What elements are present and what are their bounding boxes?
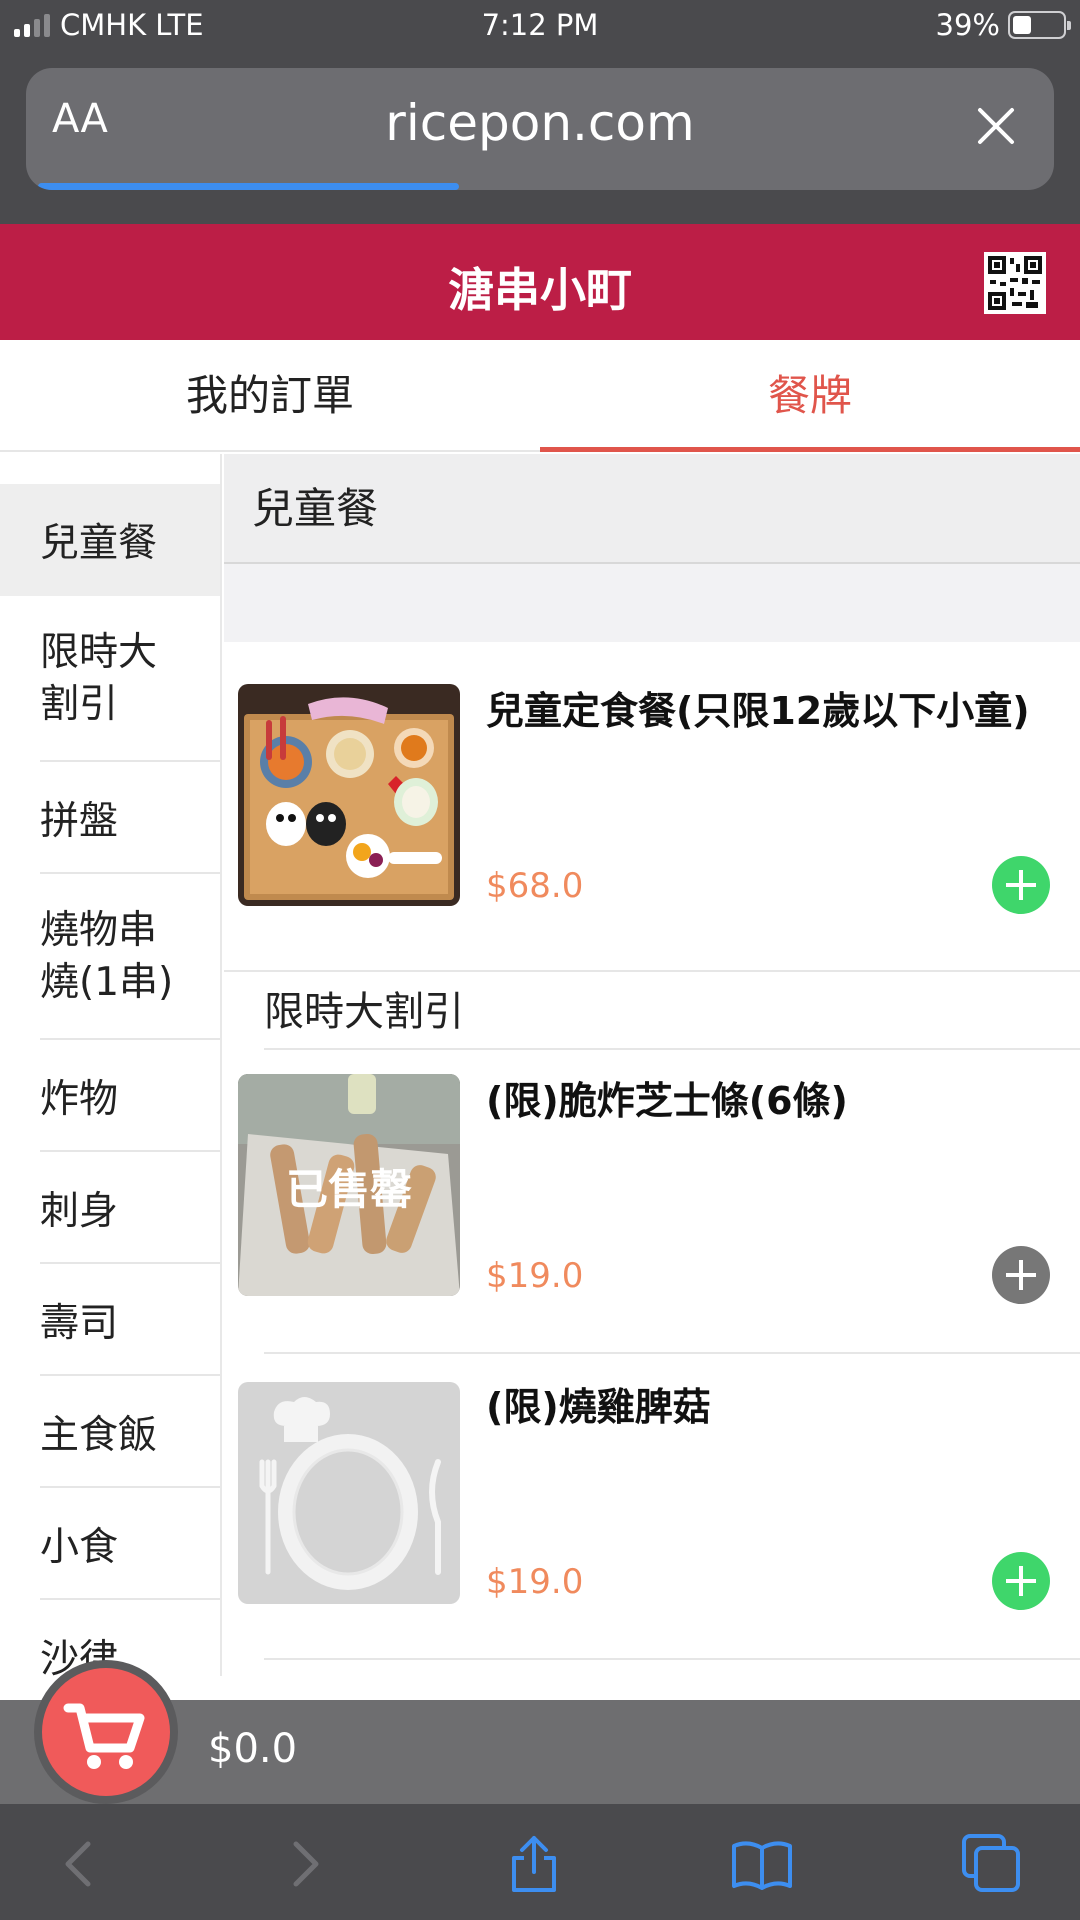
item-name[interactable]: (限)脆炸芝士條(6條) <box>486 1072 1046 1130</box>
item-price: $68.0 <box>486 866 584 906</box>
shopping-cart-icon <box>63 1703 145 1769</box>
sidebar-item-label: 主食飯 <box>40 1413 158 1458</box>
sidebar-item-sashimi[interactable]: 刺身 <box>0 1152 220 1264</box>
cart-button[interactable] <box>34 1660 178 1804</box>
add-to-cart-button[interactable] <box>992 856 1050 914</box>
section-header-kids-meal: 兒童餐 <box>224 454 1080 564</box>
forward-icon[interactable] <box>272 1832 336 1896</box>
restaurant-title: 溏串小町 <box>448 263 632 317</box>
battery-status: 39% <box>935 8 1071 42</box>
sidebar-item-label: 小食 <box>40 1525 119 1570</box>
sidebar-item-label: 燒物串燒(1串) <box>40 908 174 1005</box>
add-to-cart-button[interactable] <box>992 1552 1050 1610</box>
add-to-cart-button-disabled[interactable] <box>992 1246 1050 1304</box>
sidebar-item-label: 限時大割引 <box>40 630 158 727</box>
sidebar-item-platter[interactable]: 拼盤 <box>0 762 220 874</box>
tabs-icon[interactable] <box>960 1832 1024 1896</box>
item-name[interactable]: 兒童定食餐(只限12歲以下小童) <box>486 682 1046 740</box>
menu-item[interactable]: (限)燒雞脾菇 $19.0 <box>224 1354 1080 1660</box>
status-bar: CMHK LTE 7:12 PM 39% <box>0 0 1080 52</box>
address-bar[interactable]: AA ricepon.com <box>26 68 1054 190</box>
tab-my-orders[interactable]: 我的訂單 <box>0 340 540 450</box>
sidebar-item-snacks[interactable]: 小食 <box>0 1488 220 1600</box>
close-icon[interactable] <box>972 102 1020 150</box>
section-header-limited-discount: 限時大割引 <box>224 970 1080 1050</box>
sidebar-item-limited-discount[interactable]: 限時大割引 <box>0 596 220 762</box>
item-price: $19.0 <box>486 1562 584 1602</box>
item-price: $19.0 <box>486 1256 584 1296</box>
browser-bottom-toolbar <box>0 1804 1080 1920</box>
tab-menu[interactable]: 餐牌 <box>540 340 1080 452</box>
sidebar-item-label: 炸物 <box>40 1077 119 1122</box>
qr-code-icon[interactable] <box>984 252 1046 314</box>
category-sidebar[interactable]: 兒童餐 限時大割引 拼盤 燒物串燒(1串) 炸物 刺身 壽司 主食飯 小食 沙律 <box>0 454 222 1676</box>
browser-toolbar: AA ricepon.com <box>0 52 1080 224</box>
sidebar-item-label: 兒童餐 <box>40 521 158 566</box>
sidebar-item-kids-meal[interactable]: 兒童餐 <box>0 484 220 596</box>
battery-percent: 39% <box>935 8 1000 42</box>
food-photo-kids-set[interactable] <box>238 684 460 906</box>
bookmarks-icon[interactable] <box>730 1832 794 1896</box>
battery-icon <box>1008 11 1071 39</box>
menu-item[interactable]: 兒童定食餐(只限12歲以下小童) $68.0 <box>224 642 1080 970</box>
food-photo-cheese-sticks[interactable]: 已售罄 <box>238 1074 460 1296</box>
back-icon[interactable] <box>48 1832 112 1896</box>
sidebar-item-sushi[interactable]: 壽司 <box>0 1264 220 1376</box>
menu-list[interactable]: 兒童餐 兒童定食餐(只限12歲以下小童) $68.0 限時大割引 已售罄 (限)… <box>224 454 1080 1676</box>
menu-item[interactable] <box>224 1660 1080 1676</box>
app-header: 溏串小町 <box>0 224 1080 340</box>
cart-total: $0.0 <box>208 1726 298 1772</box>
sidebar-item-label: 刺身 <box>40 1189 119 1234</box>
placeholder-plate-image[interactable] <box>238 1382 460 1604</box>
sold-out-label: 已售罄 <box>285 1165 412 1214</box>
sidebar-item-label: 壽司 <box>40 1301 119 1346</box>
sidebar-item-label: 拼盤 <box>40 799 119 844</box>
clock: 7:12 PM <box>481 8 599 42</box>
menu-item[interactable]: 已售罄 (限)脆炸芝士條(6條) $19.0 <box>224 1050 1080 1354</box>
item-name[interactable]: (限)燒雞脾菇 <box>486 1378 1046 1436</box>
tab-bar: 我的訂單 餐牌 <box>0 340 1080 452</box>
url-text[interactable]: ricepon.com <box>26 94 1054 152</box>
sidebar-item-skewers[interactable]: 燒物串燒(1串) <box>0 874 220 1040</box>
sidebar-item-rice[interactable]: 主食飯 <box>0 1376 220 1488</box>
sidebar-item-fried[interactable]: 炸物 <box>0 1040 220 1152</box>
page-load-progress <box>38 183 460 190</box>
share-icon[interactable] <box>502 1832 566 1896</box>
